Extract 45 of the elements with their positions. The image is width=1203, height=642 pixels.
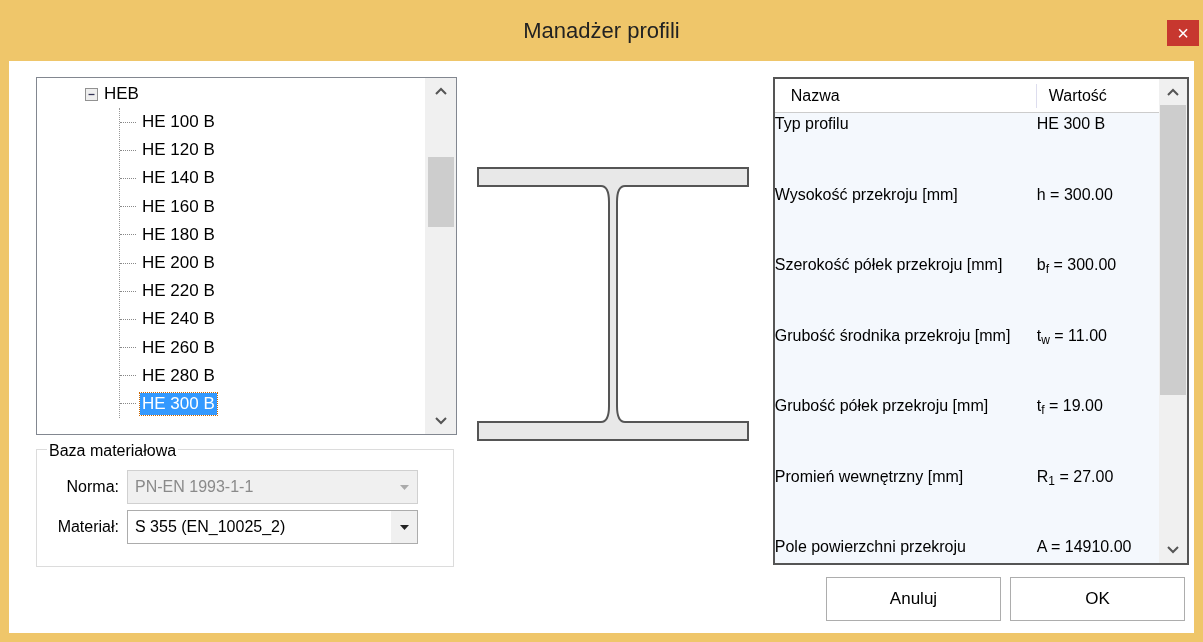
- caret-icon: [399, 484, 409, 490]
- tree-item[interactable]: HE 160 B: [140, 195, 217, 218]
- scroll-thumb[interactable]: [1160, 105, 1186, 395]
- scroll-down-icon[interactable]: [433, 416, 448, 426]
- field-label: Norma:: [65, 477, 120, 497]
- scroll-thumb[interactable]: [427, 157, 454, 227]
- field-label: Materiał:: [56, 517, 120, 537]
- close-button[interactable]: ×: [1167, 20, 1199, 46]
- property-name: Promień wewnętrzny [mm]: [774, 466, 965, 487]
- tree-item[interactable]: HE 140 B: [140, 167, 217, 190]
- caret-icon: [399, 524, 409, 530]
- column-header[interactable]: Nazwa: [774, 83, 1037, 108]
- property-value: A = 14910.00: [1036, 537, 1132, 557]
- window-title: Manadżer profili: [523, 17, 680, 45]
- tree-item[interactable]: HE 180 B: [140, 223, 217, 246]
- scroll-up-icon[interactable]: [1166, 87, 1180, 97]
- property-name: Grubość środnika przekroju [mm]: [774, 325, 1012, 346]
- tree-item[interactable]: HE 280 B: [140, 364, 217, 387]
- tree-item[interactable]: HE 220 B: [140, 280, 217, 303]
- property-name: Pole powierzchni przekroju: [774, 537, 967, 557]
- property-value: t$_{w}$ = 11.00: [1036, 325, 1107, 349]
- property-value: HE 300 B: [1036, 114, 1106, 134]
- property-name: Szerokość półek przekroju [mm]: [774, 255, 1004, 275]
- ok-button[interactable]: OK: [1010, 577, 1185, 621]
- tree-node[interactable]: HEB: [102, 83, 141, 105]
- tree-item[interactable]: HE 120 B: [140, 139, 217, 162]
- collapse-icon[interactable]: [85, 87, 98, 101]
- scroll-down-icon[interactable]: [1166, 545, 1180, 555]
- tree-item[interactable]: HE 260 B: [140, 336, 217, 359]
- property-name: Wysokość przekroju [mm]: [774, 184, 959, 205]
- property-value: t$_{f}$ = 19.00: [1036, 396, 1103, 419]
- property-value: R$_{1}$ = 27.00: [1036, 466, 1114, 490]
- scrollbar[interactable]: [1159, 79, 1187, 563]
- scrollbar[interactable]: [425, 78, 456, 434]
- property-name: Grubość półek przekroju [mm]: [774, 396, 990, 416]
- tree-item[interactable]: HE 240 B: [140, 308, 217, 331]
- scroll-up-icon[interactable]: [433, 86, 448, 96]
- column-header[interactable]: Wartość: [1036, 83, 1107, 108]
- property-value: b$_{f}$ = 300.00: [1036, 255, 1117, 278]
- property-value: h = 300.00: [1036, 184, 1113, 205]
- property-name: Typ profilu: [774, 114, 850, 134]
- tree-item[interactable]: HE 200 B: [140, 252, 217, 275]
- cancel-button[interactable]: Anuluj: [826, 577, 1001, 621]
- tree-item[interactable]: HE 100 B: [140, 111, 217, 134]
- dropdown[interactable]: S 355 (EN_10025_2): [127, 510, 418, 544]
